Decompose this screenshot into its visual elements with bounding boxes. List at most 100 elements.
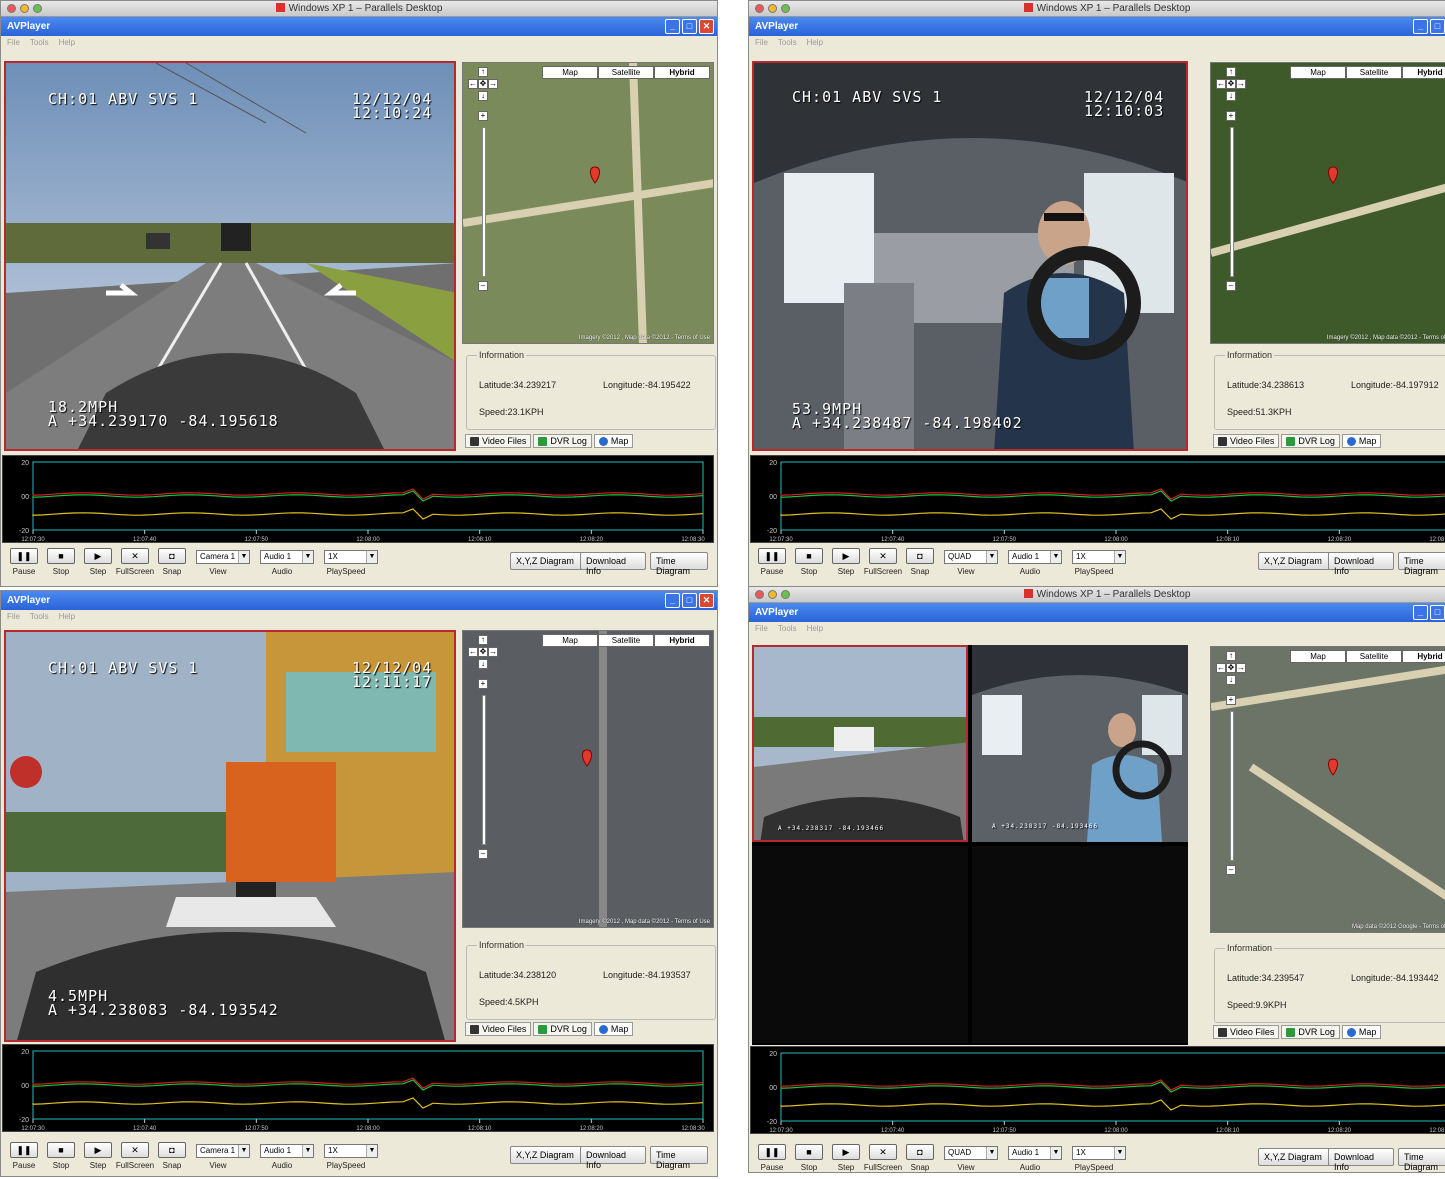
time-diagram-button[interactable]: Time Diagram [1398,552,1445,576]
sensor-graph[interactable]: 20 00 -20 12:07:30 12:07:40 12:07:50 12:08:00 1… [2,455,714,543]
video-view[interactable]: CH:01 ABV SVS 1 12/12/04 12:10:03 53.9MP… [752,61,1188,451]
tab-dvr-log[interactable]: DVR Log [533,1022,592,1036]
fullscreen-button[interactable]: ✕ [869,1144,897,1160]
menu-file[interactable]: File [755,624,768,634]
snap-button[interactable]: ◘ [906,1144,934,1160]
video-view[interactable]: CH:01 ABV SVS 1 12/12/04 12:11:17 4.5MPH… [4,630,456,1042]
pan-right-icon[interactable]: → [488,647,498,657]
pan-up-icon[interactable]: ↑ [478,67,488,77]
xyz-diagram-button[interactable]: X,Y,Z Diagram [510,1146,586,1164]
pan-right-icon[interactable]: → [488,79,498,89]
playspeed-dropdown[interactable]: 1X ▼ [324,1144,378,1158]
quad-camera-2[interactable]: A +34.238317 -84.193466 [972,645,1188,842]
tab-dvr-log[interactable]: DVR Log [1281,1025,1340,1039]
map-type-satellite[interactable]: Satellite [1346,66,1402,79]
tab-video-files[interactable]: Video Files [465,1022,532,1036]
satellite-map[interactable]: Map Satellite Hybrid ↑ ← ✥ → ↓ + – Map data ©2012 … [1210,646,1445,933]
step-button[interactable]: ▶ [832,548,860,564]
minimize-button[interactable]: _ [1413,19,1428,34]
pan-right-icon[interactable]: → [1236,663,1246,673]
minimize-button[interactable]: _ [665,593,680,608]
menu-file[interactable]: File [7,38,20,48]
satellite-map[interactable]: Map Satellite Hybrid ↑ ← ✥ → ↓ + – Imagery ©2012 ,… [462,62,714,344]
sensor-graph[interactable]: 20 00 -20 12:07:30 12:07:40 12:07:50 12:08:00 1… [750,455,1445,543]
pan-down-icon[interactable]: ↓ [1226,91,1236,101]
playspeed-dropdown[interactable]: 1X ▼ [1072,550,1126,564]
time-diagram-button[interactable]: Time Diagram [1398,1148,1445,1172]
minimize-button[interactable]: _ [665,19,680,34]
tab-dvr-log[interactable]: DVR Log [1281,434,1340,448]
pan-left-icon[interactable]: ← [468,647,478,657]
pan-up-icon[interactable]: ↑ [1226,651,1236,661]
sensor-graph[interactable]: 20 00 -20 12:07:30 12:07:40 12:07:50 12:08:00 1… [2,1044,714,1132]
pan-left-icon[interactable]: ← [1216,79,1226,89]
map-credit[interactable]: Map data ©2012 Google - Terms of Use [1352,924,1445,930]
map-type-map[interactable]: Map [1290,650,1346,663]
snap-button[interactable]: ◘ [158,1142,186,1158]
map-type-satellite[interactable]: Satellite [598,66,654,79]
map-credit[interactable]: Imagery ©2012 , Map data ©2012 - Terms o… [579,335,710,341]
menu-help[interactable]: Help [807,624,823,634]
quad-camera-4[interactable] [972,846,1188,1043]
pan-down-icon[interactable]: ↓ [1226,675,1236,685]
tab-map[interactable]: Map [1341,1025,1382,1039]
step-button[interactable]: ▶ [84,548,112,564]
maximize-button[interactable]: □ [1430,19,1445,34]
zoom-slider[interactable] [482,695,486,845]
stop-button[interactable]: ■ [795,1144,823,1160]
pan-center-icon[interactable]: ✥ [478,647,488,657]
map-type-satellite[interactable]: Satellite [1346,650,1402,663]
playspeed-dropdown[interactable]: 1X ▼ [324,550,378,564]
view-dropdown[interactable]: QUAD ▼ [944,1146,998,1160]
playspeed-dropdown[interactable]: 1X ▼ [1072,1146,1126,1160]
map-type-satellite[interactable]: Satellite [598,634,654,647]
tab-map[interactable]: Map [593,1022,634,1036]
view-dropdown[interactable]: Camera 1 ▼ [196,550,250,564]
pan-center-icon[interactable]: ✥ [1226,663,1236,673]
close-button[interactable]: ✕ [699,593,714,608]
map-type-map[interactable]: Map [1290,66,1346,79]
zoom-in-icon[interactable]: + [1226,695,1236,705]
menu-tools[interactable]: Tools [778,624,797,634]
map-type-hybrid[interactable]: Hybrid [1402,66,1445,79]
pause-button[interactable]: ❚❚ [758,548,786,564]
menu-help[interactable]: Help [807,38,823,48]
zoom-in-icon[interactable]: + [478,679,488,689]
pan-center-icon[interactable]: ✥ [478,79,488,89]
stop-button[interactable]: ■ [795,548,823,564]
fullscreen-button[interactable]: ✕ [869,548,897,564]
satellite-map[interactable]: Map Satellite Hybrid ↑ ← ✥ → ↓ + – Imagery ©2012 ,… [462,630,714,928]
map-credit[interactable]: Imagery ©2012 , Map data ©2012 - Terms o… [579,919,710,925]
snap-button[interactable]: ◘ [906,548,934,564]
pan-left-icon[interactable]: ← [468,79,478,89]
xyz-diagram-button[interactable]: X,Y,Z Diagram [1258,1148,1334,1166]
zoom-in-icon[interactable]: + [478,111,488,121]
pause-button[interactable]: ❚❚ [10,548,38,564]
menu-help[interactable]: Help [59,612,75,622]
map-credit[interactable]: Imagery ©2012 , Map data ©2012 - Terms o… [1327,335,1445,341]
tab-dvr-log[interactable]: DVR Log [533,434,592,448]
pan-left-icon[interactable]: ← [1216,663,1226,673]
download-info-button[interactable]: Download Info [1328,552,1394,576]
zoom-in-icon[interactable]: + [1226,111,1236,121]
quad-camera-1[interactable]: A +34.238317 -84.193466 [752,645,968,842]
minimize-button[interactable]: _ [1413,605,1428,620]
satellite-map[interactable]: Map Satellite Hybrid ↑ ← ✥ → ↓ + – Imagery ©2012 ,… [1210,62,1445,344]
sensor-graph[interactable]: 20 00 -20 12:07:30 12:07:40 12:07:50 12:08:00 1… [750,1046,1445,1134]
audio-dropdown[interactable]: Audio 1 ▼ [1008,1146,1062,1160]
quad-view[interactable]: A +34.238317 -84.193466 A +34.238317 -84… [752,645,1188,1045]
tab-map[interactable]: Map [593,434,634,448]
step-button[interactable]: ▶ [84,1142,112,1158]
menu-help[interactable]: Help [59,38,75,48]
audio-dropdown[interactable]: Audio 1 ▼ [260,550,314,564]
pan-up-icon[interactable]: ↑ [1226,67,1236,77]
tab-video-files[interactable]: Video Files [465,434,532,448]
download-info-button[interactable]: Download Info [580,552,646,576]
map-type-hybrid[interactable]: Hybrid [1402,650,1445,663]
pan-down-icon[interactable]: ↓ [478,91,488,101]
tab-video-files[interactable]: Video Files [1213,434,1280,448]
tab-map[interactable]: Map [1341,434,1382,448]
snap-button[interactable]: ◘ [158,548,186,564]
view-dropdown[interactable]: Camera 1 ▼ [196,1144,250,1158]
menu-file[interactable]: File [7,612,20,622]
